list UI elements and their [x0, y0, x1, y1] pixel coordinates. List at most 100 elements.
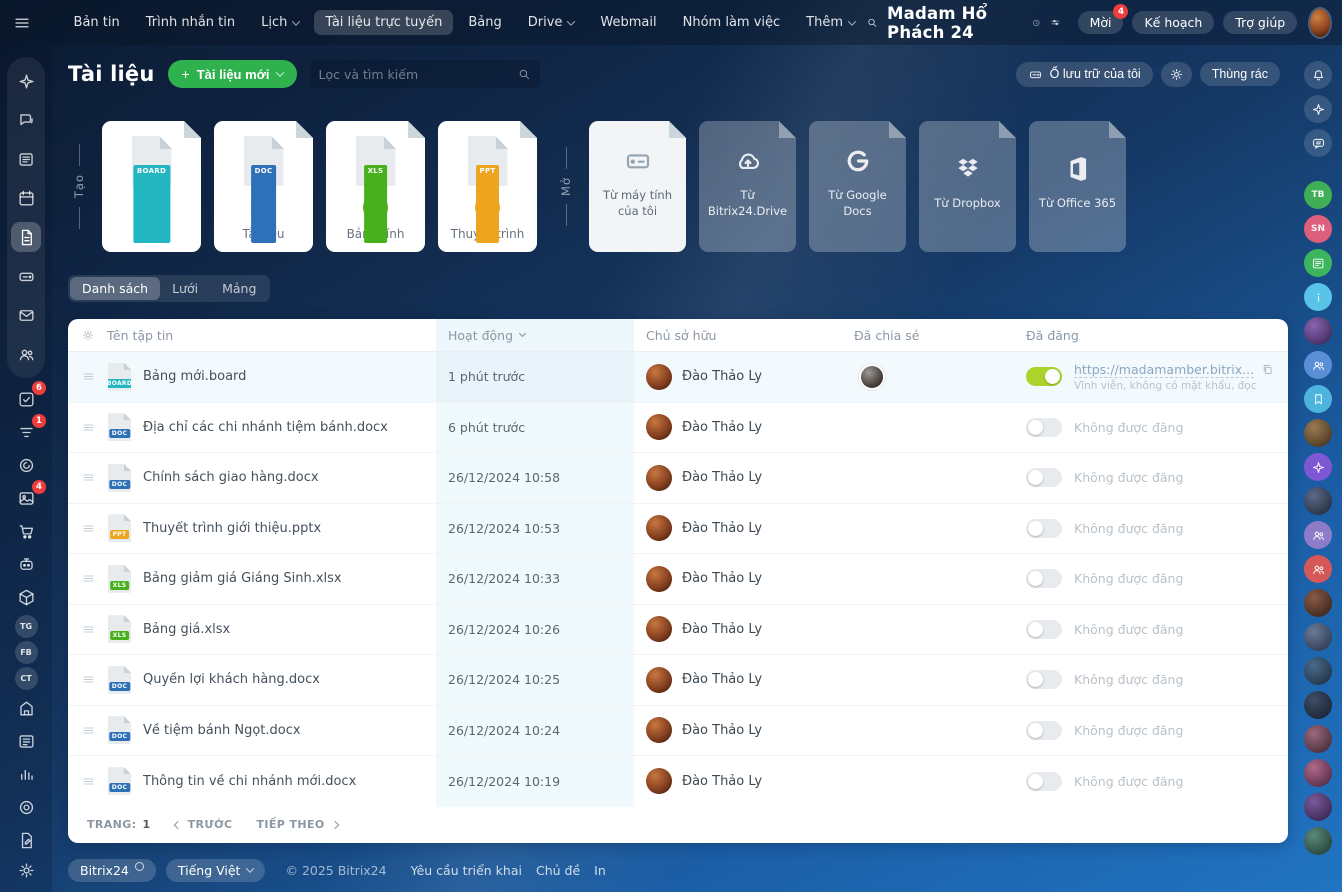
right-rail-chat-tb[interactable]: TB [1304, 181, 1332, 209]
sidebar-item-sites[interactable]: 4 [11, 483, 41, 513]
owner-avatar[interactable] [646, 768, 672, 794]
owner-name[interactable]: Đào Thảo Ly [682, 521, 762, 536]
nav-item-tài-liệu-trực-tuyến[interactable]: Tài liệu trực tuyến [314, 10, 453, 35]
table-row[interactable]: DOCĐịa chỉ các chi nhánh tiệm bánh.docx6… [68, 403, 1288, 454]
file-name[interactable]: Chính sách giao hàng.docx [143, 470, 319, 485]
sidebar-item-copilot[interactable] [11, 66, 41, 96]
publish-toggle[interactable] [1026, 772, 1062, 791]
nav-item-webmail[interactable]: Webmail [589, 10, 667, 35]
open-card-computer[interactable]: Từ máy tính của tôi [589, 121, 686, 252]
prev-page-button[interactable]: TRƯỚC [175, 818, 233, 831]
publish-toggle[interactable] [1026, 670, 1062, 689]
sidebar-item-marketing[interactable] [11, 450, 41, 480]
sidebar-item-fb[interactable]: FB [15, 641, 38, 664]
column-header-name[interactable]: Tên tập tin [107, 328, 173, 343]
owner-name[interactable]: Đào Thảo Ly [682, 369, 762, 384]
search-input[interactable] [319, 67, 517, 82]
column-header-owner[interactable]: Chủ sở hữu [634, 319, 842, 351]
owner-name[interactable]: Đào Thảo Ly [682, 470, 762, 485]
sidebar-item-settings[interactable] [11, 855, 41, 885]
file-name[interactable]: Bảng giảm giá Giáng Sinh.xlsx [143, 571, 342, 586]
publish-toggle[interactable] [1026, 721, 1062, 740]
right-rail-bookmark[interactable] [1304, 385, 1332, 413]
sidebar-item-sign[interactable] [11, 825, 41, 855]
right-rail-info[interactable] [1304, 283, 1332, 311]
open-card-office[interactable]: Từ Office 365 [1029, 121, 1126, 252]
footer-link-chủ-đề[interactable]: Chủ đề [536, 863, 580, 878]
owner-name[interactable]: Đào Thảo Ly [682, 723, 762, 738]
sidebar-item-tg[interactable]: TG [15, 615, 38, 638]
owner-name[interactable]: Đào Thảo Ly [682, 622, 762, 637]
sidebar-item-documents[interactable] [11, 222, 41, 252]
file-name[interactable]: Bảng mới.board [143, 369, 246, 384]
my-drive-button[interactable]: Ổ lưu trữ của tôi [1016, 62, 1153, 87]
file-name[interactable]: Địa chỉ các chi nhánh tiệm bánh.docx [143, 420, 388, 435]
nav-item-drive[interactable]: Drive [517, 10, 586, 35]
table-settings-icon[interactable] [81, 328, 95, 342]
next-page-button[interactable]: TIẾP THEO [256, 818, 337, 831]
shared-avatar[interactable] [861, 366, 883, 388]
owner-name[interactable]: Đào Thảo Ly [682, 774, 762, 789]
view-tab-danh-sách[interactable]: Danh sách [70, 277, 160, 300]
view-tab-mảng[interactable]: Mảng [210, 277, 268, 300]
right-rail-avatar[interactable] [1304, 691, 1332, 719]
new-document-button[interactable]: + Tài liệu mới [168, 60, 297, 88]
right-rail-copilot[interactable] [1304, 453, 1332, 481]
language-selector[interactable]: Tiếng Việt [166, 859, 266, 882]
file-name[interactable]: Thông tin về chi nhánh mới.docx [143, 774, 356, 789]
nav-item-trình-nhắn-tin[interactable]: Trình nhắn tin [135, 10, 246, 35]
table-row[interactable]: DOCChính sách giao hàng.docx26/12/2024 1… [68, 453, 1288, 504]
owner-avatar[interactable] [646, 364, 672, 390]
sidebar-item-planner[interactable] [11, 726, 41, 756]
sidebar-item-target[interactable] [11, 792, 41, 822]
right-rail-avatar[interactable] [1304, 725, 1332, 753]
create-card-board[interactable]: BOARD+Bảng [102, 121, 201, 252]
sidebar-item-feed[interactable] [11, 144, 41, 174]
publish-toggle[interactable] [1026, 620, 1062, 639]
search-icon[interactable] [866, 14, 878, 31]
user-avatar[interactable] [1310, 9, 1330, 37]
file-name[interactable]: Bảng giá.xlsx [143, 622, 230, 637]
owner-name[interactable]: Đào Thảo Ly [682, 420, 762, 435]
publish-toggle[interactable] [1026, 418, 1062, 437]
owner-name[interactable]: Đào Thảo Ly [682, 571, 762, 586]
column-header-activity[interactable]: Hoạt động [436, 319, 634, 351]
right-rail-chat[interactable] [1304, 129, 1332, 157]
right-rail-avatar[interactable] [1304, 827, 1332, 855]
owner-avatar[interactable] [646, 566, 672, 592]
nav-item-lịch[interactable]: Lịch [250, 10, 310, 35]
column-header-shared[interactable]: Đã chia sẻ [842, 319, 1014, 351]
column-header-published[interactable]: Đã đăng [1014, 319, 1288, 351]
public-link[interactable]: https://madamamber.bitrix... [1074, 362, 1254, 378]
bitrix24-brand-button[interactable]: Bitrix24 [68, 859, 156, 882]
sidebar-item-calendar[interactable] [11, 183, 41, 213]
sidebar-item-mail[interactable] [11, 300, 41, 330]
right-rail-avatar[interactable] [1304, 623, 1332, 651]
right-rail-avatar[interactable] [1304, 793, 1332, 821]
right-rail-avatar[interactable] [1304, 589, 1332, 617]
right-rail-workgroups[interactable] [1304, 351, 1332, 379]
right-rail-workgroups[interactable] [1304, 555, 1332, 583]
publish-toggle[interactable] [1026, 519, 1062, 538]
sidebar-item-automation[interactable] [11, 582, 41, 612]
right-rail-avatar[interactable] [1304, 317, 1332, 345]
topbar-button-mời[interactable]: Mời4 [1078, 11, 1124, 34]
portal-name[interactable]: Madam Hổ Phách 24 [887, 4, 1023, 42]
nav-item-thêm[interactable]: Thêm [795, 10, 866, 35]
nav-item-nhóm-làm-việc[interactable]: Nhóm làm việc [672, 10, 792, 35]
right-rail-chat-sn[interactable]: SN [1304, 215, 1332, 243]
open-card-cloud[interactable]: Từ Bitrix24.Drive [699, 121, 796, 252]
owner-avatar[interactable] [646, 515, 672, 541]
nav-item-bản-tin[interactable]: Bản tin [63, 10, 131, 35]
table-row[interactable]: XLSBảng giảm giá Giáng Sinh.xlsx26/12/20… [68, 554, 1288, 605]
sidebar-item-bot[interactable] [11, 549, 41, 579]
topbar-button-trợ-giúp[interactable]: Trợ giúp [1223, 11, 1297, 34]
right-rail-avatar[interactable] [1304, 487, 1332, 515]
right-rail-copilot[interactable] [1304, 95, 1332, 123]
right-rail-workgroups[interactable] [1304, 521, 1332, 549]
publish-toggle[interactable] [1026, 468, 1062, 487]
settings-button[interactable] [1161, 62, 1192, 87]
create-card-xls[interactable]: XLS+Bảng tính [326, 121, 425, 252]
right-rail-avatar[interactable] [1304, 657, 1332, 685]
publish-toggle[interactable] [1026, 569, 1062, 588]
